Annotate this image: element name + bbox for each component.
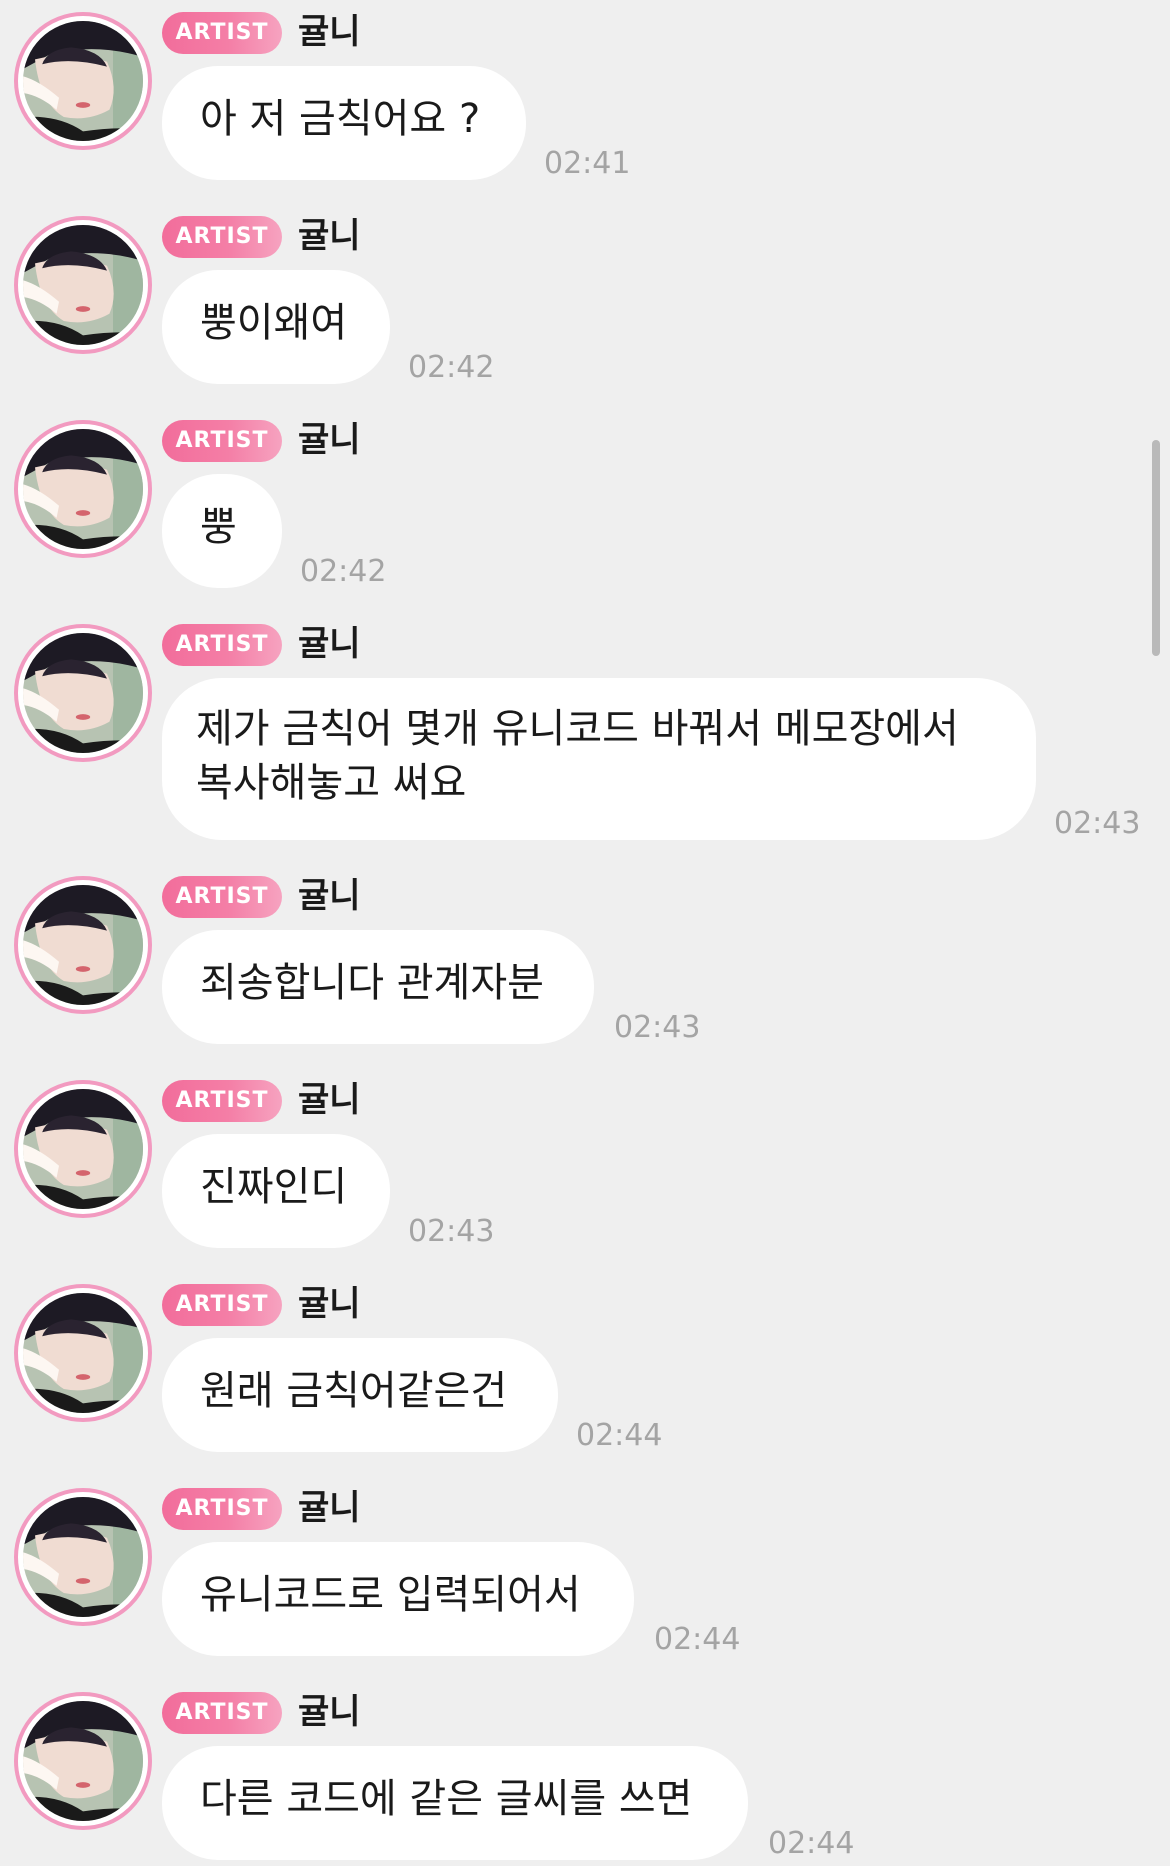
sender-avatar[interactable]	[14, 1488, 152, 1626]
artist-badge: ARTIST	[162, 420, 282, 462]
artist-badge: ARTIST	[162, 624, 282, 666]
sender-avatar[interactable]	[14, 624, 152, 762]
sender-name: 귤니	[298, 876, 361, 916]
message-timestamp: 02:42	[408, 350, 495, 385]
sender-avatar[interactable]	[14, 876, 152, 1014]
sender-name: 귤니	[298, 1488, 361, 1528]
avatar-photo-icon	[23, 225, 143, 345]
sender-name: 귤니	[298, 12, 361, 52]
artist-badge: ARTIST	[162, 12, 282, 54]
message-bubble[interactable]: 다른 코드에 같은 글씨를 쓰면	[162, 1746, 748, 1860]
artist-badge: ARTIST	[162, 1488, 282, 1530]
sender-name: 귤니	[298, 624, 361, 664]
message-bubble[interactable]: 진짜인디	[162, 1134, 390, 1248]
message-bubble[interactable]: 유니코드로 입력되어서	[162, 1542, 634, 1656]
message-timestamp: 02:44	[576, 1418, 663, 1453]
message-timestamp: 02:44	[654, 1622, 741, 1657]
avatar-photo-icon	[23, 1701, 143, 1821]
avatar-photo-icon	[23, 1089, 143, 1209]
message-timestamp: 02:42	[300, 554, 387, 589]
sender-avatar[interactable]	[14, 420, 152, 558]
message-bubble[interactable]: 죄송합니다 관계자분	[162, 930, 594, 1044]
artist-badge: ARTIST	[162, 876, 282, 918]
sender-name: 귤니	[298, 1080, 361, 1120]
scrollbar-thumb[interactable]	[1152, 440, 1160, 656]
artist-badge: ARTIST	[162, 216, 282, 258]
artist-badge: ARTIST	[162, 1080, 282, 1122]
message-timestamp: 02:41	[544, 146, 631, 181]
avatar-photo-icon	[23, 429, 143, 549]
avatar-photo-icon	[23, 21, 143, 141]
message-bubble[interactable]: 아 저 금칙어요 ?	[162, 66, 526, 180]
sender-avatar[interactable]	[14, 1692, 152, 1830]
avatar-photo-icon	[23, 1293, 143, 1413]
artist-badge: ARTIST	[162, 1284, 282, 1326]
sender-name: 귤니	[298, 420, 361, 460]
message-bubble[interactable]: 뿡이왜여	[162, 270, 390, 384]
sender-avatar[interactable]	[14, 12, 152, 150]
message-bubble[interactable]: 뿡	[162, 474, 282, 588]
avatar-photo-icon	[23, 633, 143, 753]
sender-avatar[interactable]	[14, 1080, 152, 1218]
avatar-photo-icon	[23, 1497, 143, 1617]
chat-message-list[interactable]: ARTIST 귤니 아 저 금칙어요 ? 02:41 ARTIST 귤니 뿡이왜…	[0, 0, 1170, 1866]
sender-name: 귤니	[298, 1284, 361, 1324]
message-timestamp: 02:43	[1054, 806, 1141, 841]
artist-badge: ARTIST	[162, 1692, 282, 1734]
message-bubble[interactable]: 제가 금칙어 몇개 유니코드 바꿔서 메모장에서 복사해놓고 써요	[162, 678, 1036, 840]
avatar-photo-icon	[23, 885, 143, 1005]
message-timestamp: 02:43	[408, 1214, 495, 1249]
sender-avatar[interactable]	[14, 1284, 152, 1422]
sender-name: 귤니	[298, 1692, 361, 1732]
message-timestamp: 02:44	[768, 1826, 855, 1861]
message-timestamp: 02:43	[614, 1010, 701, 1045]
sender-name: 귤니	[298, 216, 361, 256]
sender-avatar[interactable]	[14, 216, 152, 354]
message-bubble[interactable]: 원래 금칙어같은건	[162, 1338, 558, 1452]
